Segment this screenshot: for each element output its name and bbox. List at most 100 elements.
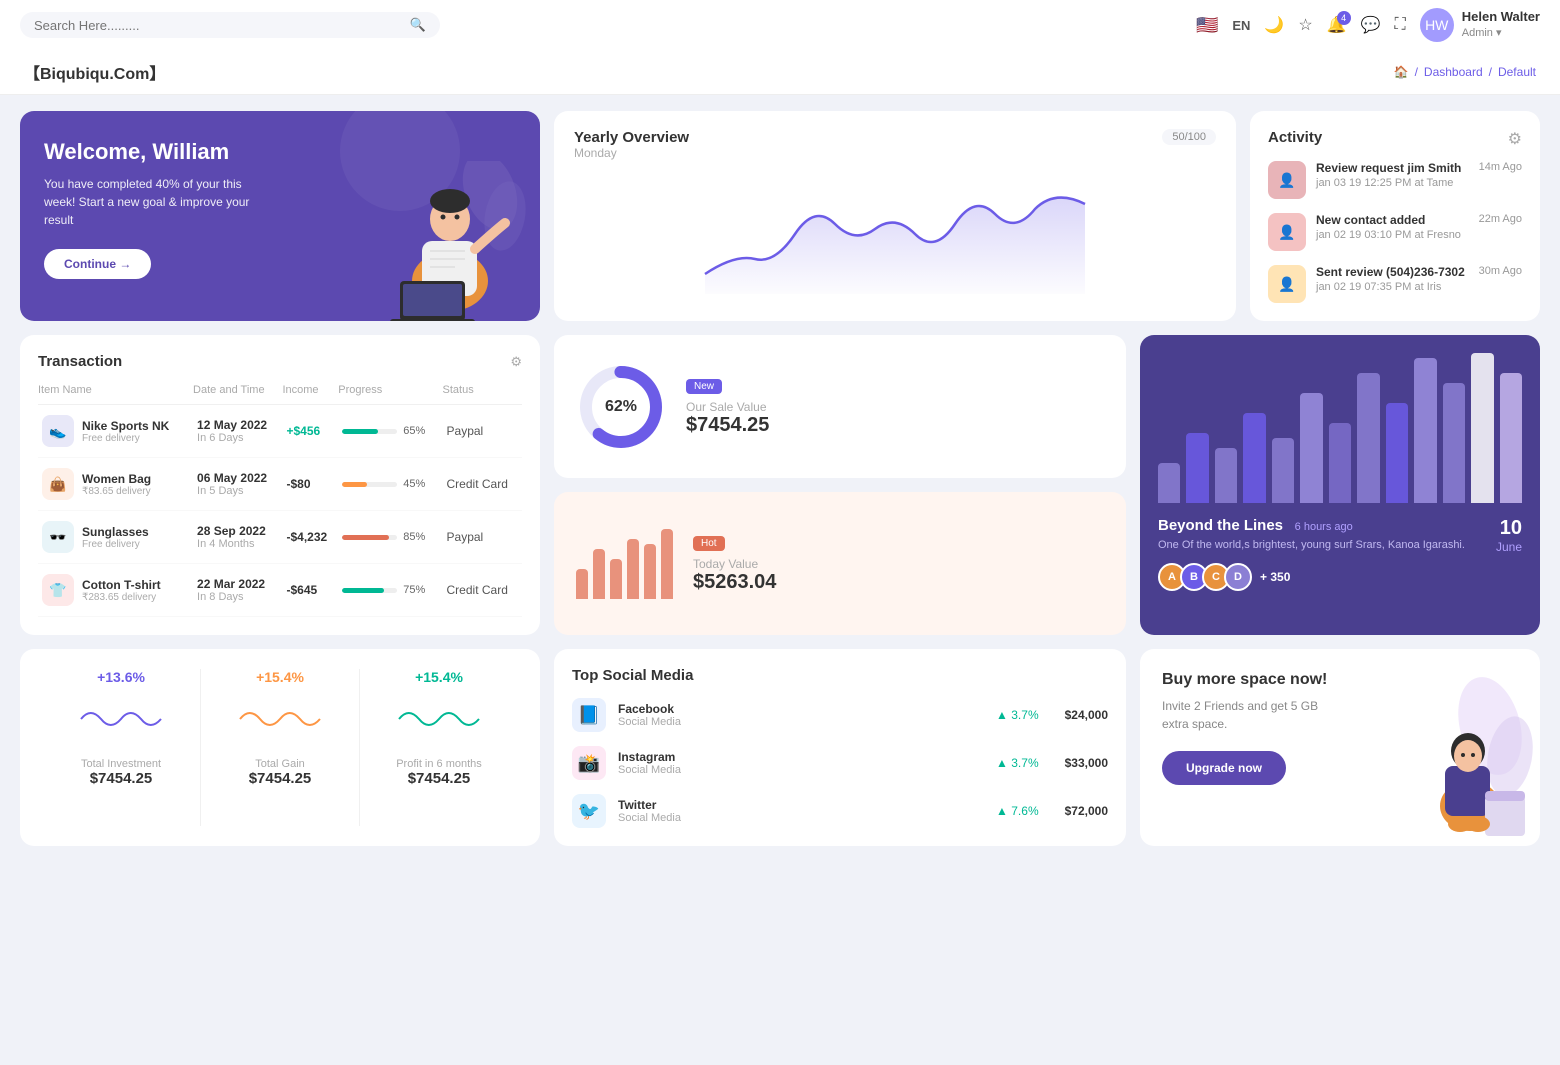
stat-wave-2 [389, 699, 489, 739]
transaction-header: Transaction ⚙ [38, 353, 522, 370]
sale-label: Our Sale Value [686, 400, 769, 414]
moon-icon[interactable]: 🌙 [1264, 15, 1284, 35]
beyond-card: Beyond the Lines 6 hours ago One Of the … [1140, 335, 1540, 635]
trans-col-income: Income [282, 384, 338, 405]
stat-item-2: +15.4% Profit in 6 months $7454.25 [360, 669, 518, 826]
settings-icon[interactable]: ⚙ [1508, 129, 1522, 149]
social-amount-0: $24,000 [1065, 708, 1108, 722]
search-input[interactable] [34, 18, 402, 33]
activity-time-1: 22m Ago [1479, 213, 1522, 225]
bell-icon[interactable]: 🔔 4 [1327, 15, 1347, 35]
avatar-group: A B C D + 350 [1158, 563, 1486, 591]
flag-icon: 🇺🇸 [1196, 15, 1218, 36]
fullscreen-icon[interactable]: ⛶ [1395, 16, 1406, 34]
beyond-month: June [1496, 540, 1522, 554]
trans-col-progress: Progress [338, 384, 442, 405]
upgrade-illustration [1360, 676, 1540, 846]
welcome-text: You have completed 40% of your this week… [44, 175, 264, 229]
notification-badge: 4 [1337, 11, 1351, 25]
stat-wave-1 [230, 699, 330, 739]
activity-title-1: New contact added [1316, 213, 1469, 227]
transaction-settings-icon[interactable]: ⚙ [510, 354, 522, 370]
today-amount: $5263.04 [693, 571, 776, 594]
beyond-bar-10 [1443, 383, 1465, 503]
item-icon-1: 👜 [42, 468, 74, 500]
yearly-chart [574, 174, 1216, 294]
beyond-bar-12 [1500, 373, 1522, 503]
social-item-1: 📸 Instagram Social Media ▲ 3.7% $33,000 [572, 746, 1108, 780]
stat-label-2: Profit in 6 months [370, 758, 508, 770]
item-icon-0: 👟 [42, 415, 74, 447]
beyond-info: Beyond the Lines 6 hours ago One Of the … [1158, 517, 1522, 591]
stat-label-0: Total Investment [52, 758, 190, 770]
beyond-bar-8 [1386, 403, 1408, 503]
home-icon[interactable]: 🏠 [1394, 65, 1409, 79]
donut-chart: 62% [576, 362, 666, 452]
activity-thumb-1: 👤 [1268, 213, 1306, 251]
beyond-bar-9 [1414, 358, 1436, 503]
stat-wave-0 [71, 699, 171, 739]
beyond-bar-3 [1243, 413, 1265, 503]
activity-time-2: 30m Ago [1479, 265, 1522, 277]
beyond-bar-2 [1215, 448, 1237, 503]
stat-amount-2: $7454.25 [370, 770, 508, 787]
hot-tag: Hot [693, 536, 725, 551]
social-card: Top Social Media 📘 Facebook Social Media… [554, 649, 1126, 846]
social-icon-2: 🐦 [572, 794, 606, 828]
today-bar-3 [627, 539, 639, 599]
stat-pct-0: +13.6% [52, 669, 190, 685]
user-name: Helen Walter [1462, 9, 1540, 26]
user-profile[interactable]: HW Helen Walter Admin ▾ [1420, 8, 1540, 42]
today-info: Hot Today Value $5263.04 [693, 534, 776, 594]
lang-label[interactable]: EN [1232, 18, 1250, 33]
beyond-bar-7 [1357, 373, 1379, 503]
activity-header: Activity ⚙ [1268, 129, 1522, 149]
sale-tag: New [686, 379, 722, 394]
today-chart [576, 529, 673, 599]
beyond-bar-11 [1471, 353, 1493, 503]
stat-item-0: +13.6% Total Investment $7454.25 [42, 669, 201, 826]
upgrade-card: Buy more space now! Invite 2 Friends and… [1140, 649, 1540, 846]
yearly-badge: 50/100 [1162, 129, 1216, 145]
beyond-bar-5 [1300, 393, 1322, 503]
plus-count: + 350 [1260, 570, 1290, 584]
chat-icon[interactable]: 💬 [1361, 15, 1381, 35]
stats-card: +13.6% Total Investment $7454.25 +15.4% … [20, 649, 540, 846]
activity-thumb-2: 👤 [1268, 265, 1306, 303]
continue-button[interactable]: Continue → [44, 249, 151, 279]
item-icon-3: 👕 [42, 574, 74, 606]
star-icon[interactable]: ☆ [1298, 15, 1312, 35]
sale-card: 62% New Our Sale Value $7454.25 [554, 335, 1126, 478]
today-bar-2 [610, 559, 622, 599]
welcome-card: Welcome, William You have completed 40% … [20, 111, 540, 321]
beyond-bar-4 [1272, 438, 1294, 503]
stat-amount-0: $7454.25 [52, 770, 190, 787]
row-2: Transaction ⚙ Item NameDate and TimeInco… [20, 335, 1540, 635]
breadcrumb-dashboard[interactable]: Dashboard [1424, 65, 1483, 79]
search-bar[interactable]: 🔍 [20, 12, 440, 38]
beyond-bar-chart [1158, 353, 1522, 503]
today-bar-1 [593, 549, 605, 599]
upgrade-button[interactable]: Upgrade now [1162, 751, 1286, 785]
trans-col-date-and-time: Date and Time [193, 384, 282, 405]
item-icon-2: 🕶️ [42, 521, 74, 553]
social-amount-2: $72,000 [1065, 804, 1108, 818]
beyond-time: 6 hours ago [1295, 521, 1353, 533]
activity-sub-0: jan 03 19 12:25 PM at Tame [1316, 177, 1469, 189]
donut-label: 62% [605, 398, 637, 416]
stat-label-1: Total Gain [211, 758, 349, 770]
nav-actions: 🇺🇸 EN 🌙 ☆ 🔔 4 💬 ⛶ HW Helen Walter Admin … [1196, 8, 1540, 42]
welcome-illustration [350, 161, 530, 321]
upgrade-text: Invite 2 Friends and get 5 GB extra spac… [1162, 697, 1342, 733]
stat-item-1: +15.4% Total Gain $7454.25 [201, 669, 360, 826]
activity-list: 👤 Review request jim Smith jan 03 19 12:… [1268, 161, 1522, 303]
social-growth-1: ▲ 3.7% [996, 756, 1039, 770]
activity-item-0: 👤 Review request jim Smith jan 03 19 12:… [1268, 161, 1522, 199]
transaction-card: Transaction ⚙ Item NameDate and TimeInco… [20, 335, 540, 635]
breadcrumb-bar: 【Biqubiqu.Com】 🏠 / Dashboard / Default [0, 50, 1560, 95]
trans-col-item-name: Item Name [38, 384, 193, 405]
beyond-bar-1 [1186, 433, 1208, 503]
main-content: Welcome, William You have completed 40% … [0, 95, 1560, 862]
activity-sub-2: jan 02 19 07:35 PM at Iris [1316, 281, 1469, 293]
social-growth-0: ▲ 3.7% [996, 708, 1039, 722]
